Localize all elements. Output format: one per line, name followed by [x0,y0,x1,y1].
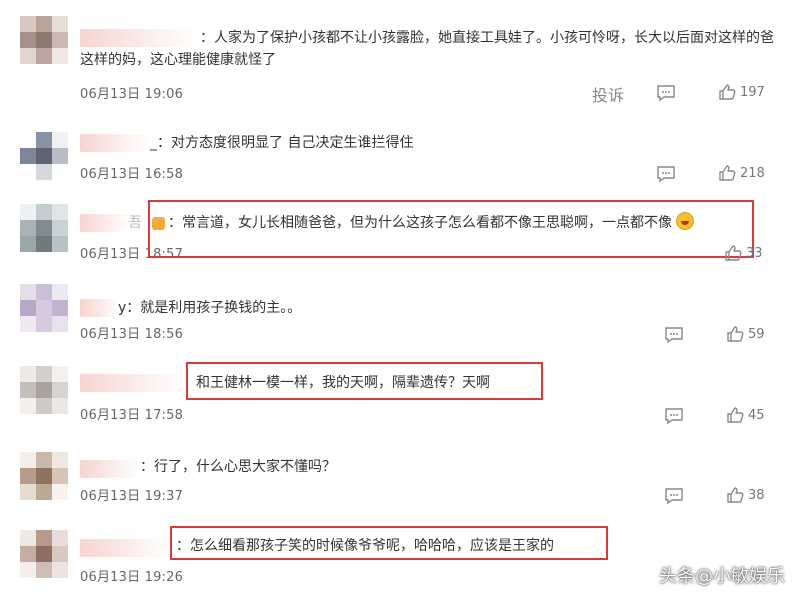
username-masked[interactable] [80,134,150,152]
comment-time: 06月13日 19:06 [80,87,184,102]
username-masked[interactable] [80,374,185,392]
like-button[interactable]: 59 [726,325,765,343]
reply-button[interactable] [664,407,684,425]
avatar[interactable] [20,530,68,578]
username-suffix: y： [118,300,141,316]
username-masked[interactable] [80,539,172,557]
reply-button[interactable] [664,326,684,344]
report-button[interactable]: 投诉 [592,82,624,106]
username-suffix: 吾 [128,215,142,231]
avatar[interactable] [20,204,68,252]
thumbs-up-icon [725,245,742,261]
comment-body: 对方态度很明显了 自己决定生谁拦得住 [171,135,414,151]
avatar[interactable] [20,452,68,500]
comment-item: 和王健林一模一样，我的天啊，隔辈遗传？天啊 06月13日 17:58 45 [0,358,801,442]
username-masked[interactable] [80,299,120,317]
username-suffix: ： [200,30,214,46]
comment-time: 06月13日 19:37 [80,489,184,504]
comment-icon [657,85,675,102]
comment-item: y：就是利用孩子换钱的主。。 06月13日 18:56 59 [0,278,801,358]
comment-item: ：怎么细看那孩子笑的时候像爷爷呢，哈哈哈，应该是王家的 06月13日 19:26… [0,522,801,602]
reply-button[interactable] [656,165,676,183]
like-button[interactable]: 45 [726,406,765,424]
highlight-box [170,526,608,560]
username-suffix: _： [150,135,171,151]
comment-time: 06月13日 19:26 [80,570,184,585]
comment-time: 06月13日 18:56 [80,327,184,342]
avatar[interactable] [20,132,68,180]
comment-body: 就是利用孩子换钱的主。。 [140,300,302,316]
comment-text: y：就是利用孩子换钱的主。。 [118,297,301,319]
thumbs-up-icon [727,326,744,342]
like-count: 38 [748,487,765,503]
like-button[interactable]: 33 [724,244,763,262]
comment-text: ：人家为了保护小孩都不让小孩露脸，她直接工具娃了。小孩可怜呀，长大以后面对这样的… [80,27,780,71]
username-suffix: ： [140,459,154,475]
like-count: 218 [740,165,765,181]
like-count: 33 [746,245,763,261]
like-count: 59 [748,326,765,342]
like-button[interactable]: 38 [726,486,765,504]
comment-time: 06月13日 16:58 [80,167,184,182]
username-masked[interactable] [80,214,130,232]
comment-text: _：对方态度很明显了 自己决定生谁拦得住 [150,132,413,154]
thumbs-up-icon [727,407,744,423]
avatar[interactable] [20,284,68,332]
thumbs-up-icon [727,487,744,503]
comment-text: ：行了，什么心思大家不懂吗？ [140,456,336,478]
like-button[interactable]: 218 [718,164,765,182]
comment-icon [657,166,675,183]
comment-icon [665,408,683,425]
thumbs-up-icon [719,84,736,100]
comment-item: ：行了，什么心思大家不懂吗？ 06月13日 19:37 38 [0,442,801,522]
comment-time: 06月13日 17:58 [80,408,184,423]
comment-body: 行了，什么心思大家不懂吗？ [154,459,336,475]
comment-body: 人家为了保护小孩都不让小孩露脸，她直接工具娃了。小孩可怜呀，长大以后面对这样的爸… [80,30,774,68]
highlight-box [148,200,754,258]
username-masked[interactable] [80,460,140,478]
reply-button[interactable] [664,487,684,505]
comment-item: ：人家为了保护小孩都不让小孩露脸，她直接工具娃了。小孩可怜呀，长大以后面对这样的… [0,0,801,120]
avatar[interactable] [20,366,68,414]
comment-icon [665,327,683,344]
reply-button[interactable] [656,84,676,102]
highlight-box [186,362,543,400]
like-count: 197 [740,84,765,100]
avatar[interactable] [20,16,68,64]
comment-icon [665,488,683,505]
thumbs-up-icon [719,165,736,181]
watermark: 头条@小敏娱乐 [659,566,785,587]
comment-item: 吾 ：常言道，女儿长相随爸爸，但为什么这孩子怎么看都不像王思聪啊，一点都不像 0… [0,198,801,278]
like-button[interactable]: 197 [718,83,765,101]
like-count: 45 [748,407,765,423]
comment-item: _：对方态度很明显了 自己决定生谁拦得住 06月13日 16:58 218 [0,120,801,198]
